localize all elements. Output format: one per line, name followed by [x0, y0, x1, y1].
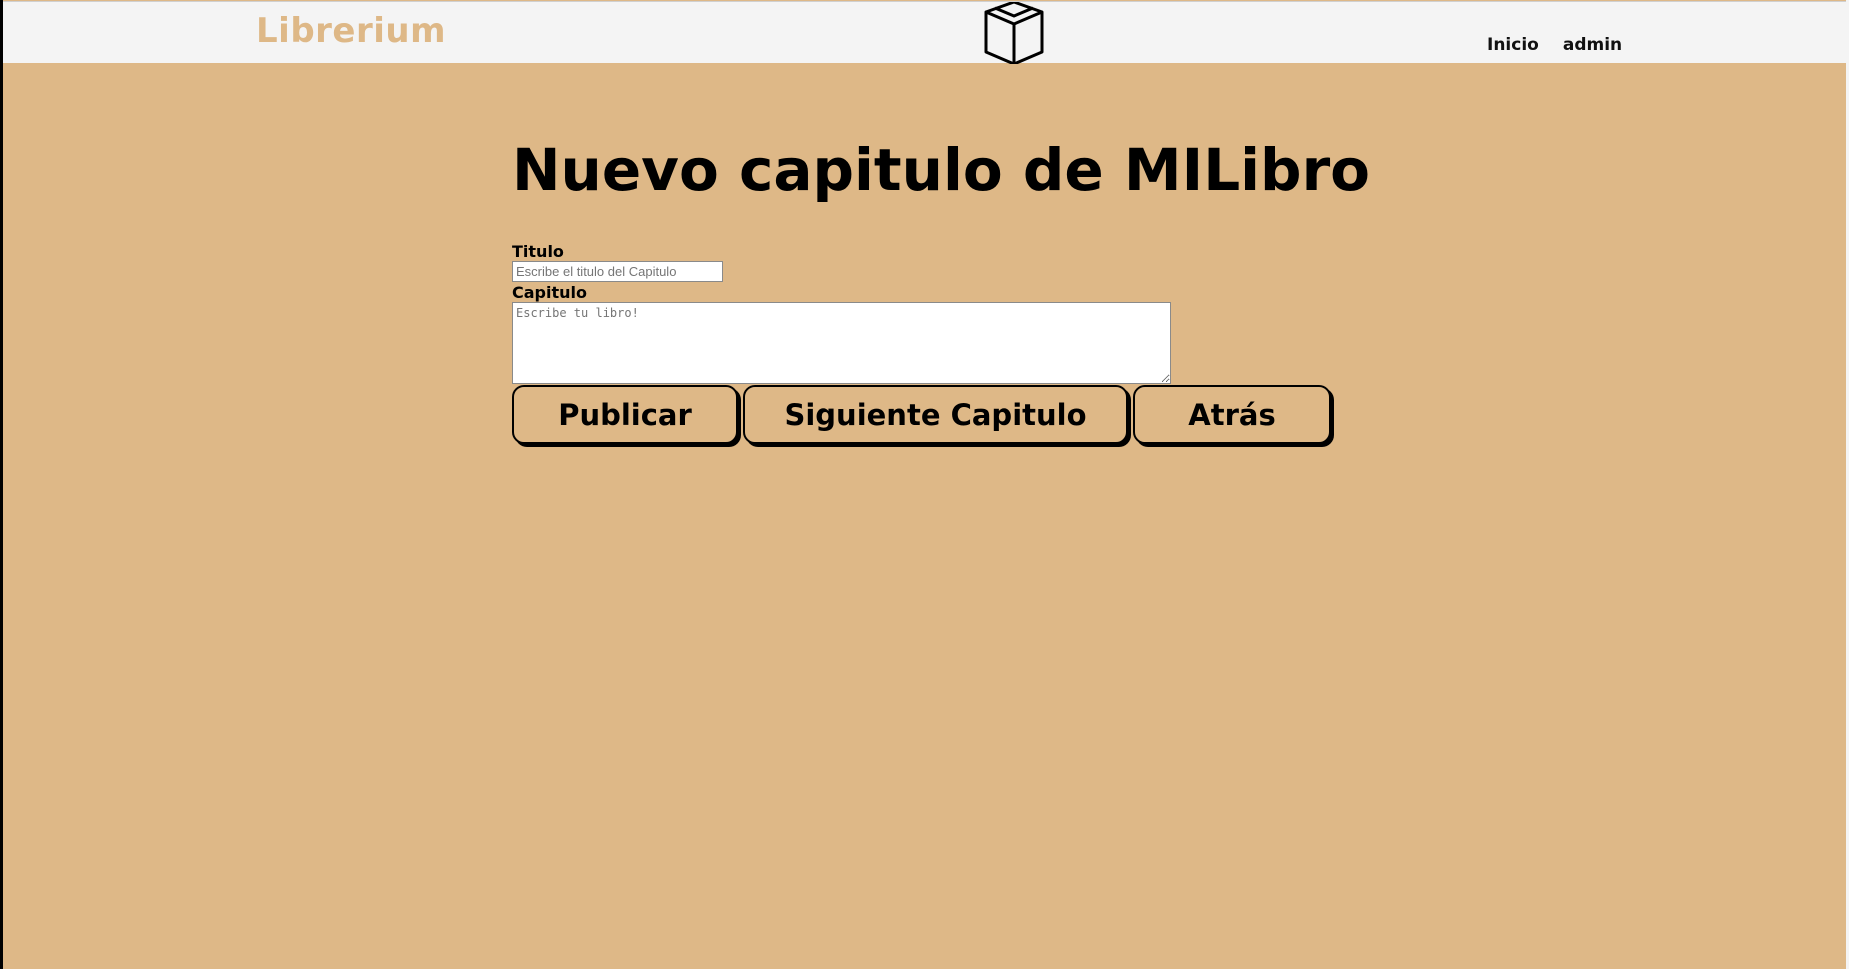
new-chapter-form: Titulo Capitulo Publicar Siguiente Capit… — [512, 243, 1331, 444]
nav-links: Inicio admin — [1487, 35, 1622, 55]
next-chapter-button[interactable]: Siguiente Capitulo — [743, 385, 1128, 444]
brand-link[interactable]: Librerium — [256, 11, 446, 51]
nav-link-inicio[interactable]: Inicio — [1487, 35, 1539, 55]
title-label: Titulo — [512, 242, 564, 261]
open-book-icon — [984, 2, 1044, 64]
form-actions: Publicar Siguiente Capitulo Atrás — [512, 385, 1331, 444]
nav-link-admin[interactable]: admin — [1563, 35, 1622, 55]
page-title: Nuevo capitulo de MILibro — [512, 136, 1371, 204]
publish-button[interactable]: Publicar — [512, 385, 738, 444]
title-input[interactable] — [512, 261, 723, 282]
page: Librerium Inicio admin Nuevo capitulo de… — [0, 0, 1849, 969]
window-edge — [0, 0, 3, 969]
back-button[interactable]: Atrás — [1133, 385, 1331, 444]
navbar: Librerium Inicio admin — [3, 1, 1846, 64]
chapter-label: Capitulo — [512, 283, 587, 302]
chapter-textarea[interactable] — [512, 302, 1171, 384]
